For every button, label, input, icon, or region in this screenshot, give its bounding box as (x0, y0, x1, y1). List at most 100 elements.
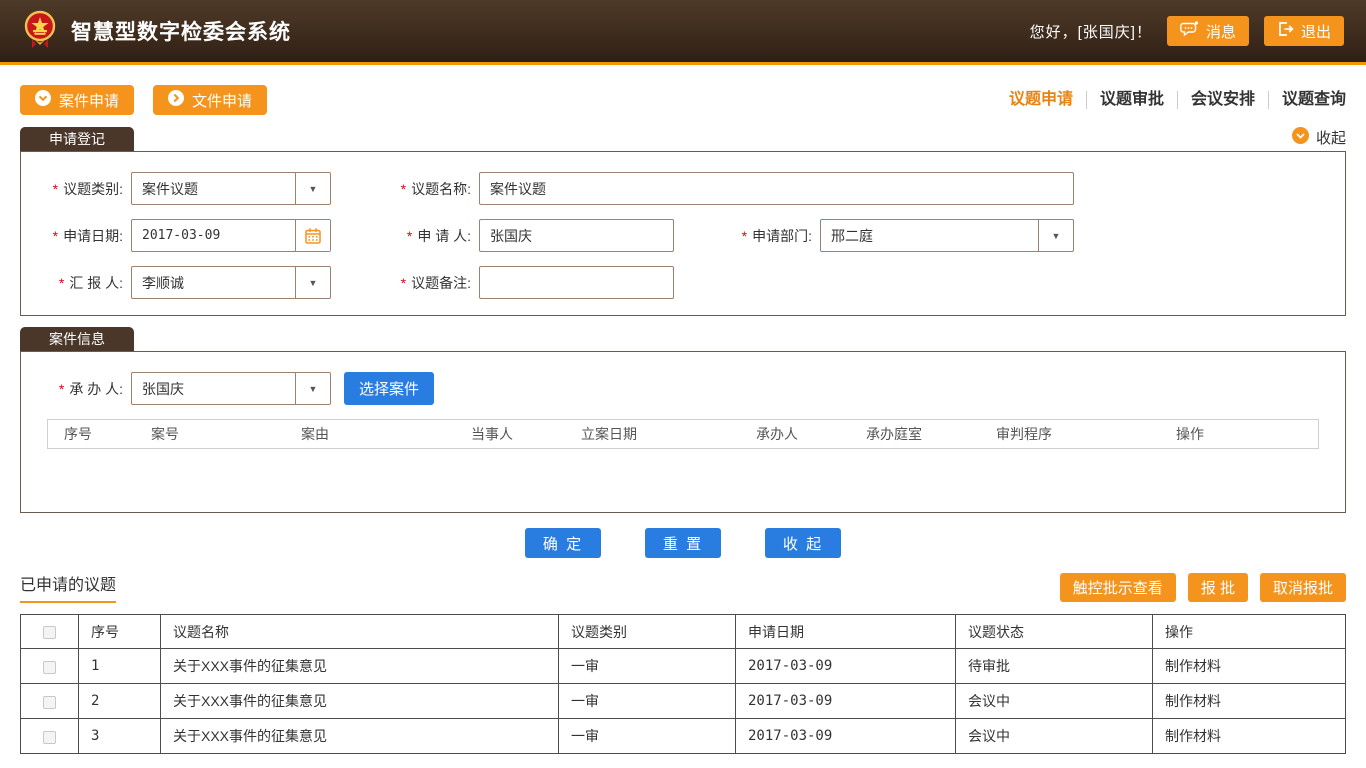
required-mark: * (59, 381, 64, 397)
form-actions: 确 定 重 置 收 起 (20, 528, 1346, 558)
reporter-value: 李顺诚 (132, 273, 295, 293)
table-row: 3 关于XXX事件的征集意见 一审 2017-03-09 会议中 制作材料 (21, 719, 1346, 754)
cell-topic-status: 会议中 (956, 719, 1153, 754)
cell-topic-type: 一审 (559, 684, 736, 719)
tab-meeting-arrange[interactable]: 会议安排 (1178, 91, 1269, 109)
topic-name-field (479, 172, 1074, 205)
user-greeting: 您好，[张国庆]！ (1030, 21, 1152, 42)
collapse-link-label: 收起 (1316, 127, 1346, 148)
topic-type-label: 议题类别: (63, 179, 123, 199)
case-table-header: 序号 案号 案由 当事人 立案日期 承办人 承办庭室 审判程序 操作 (47, 419, 1319, 449)
topic-name-input[interactable] (480, 173, 1073, 204)
national-emblem-icon (22, 10, 58, 53)
apply-date-value: 2017-03-09 (132, 228, 295, 243)
calendar-icon[interactable] (295, 220, 330, 251)
undertaker-select[interactable]: 张国庆 ▼ (131, 372, 331, 405)
cell-seq: 1 (79, 649, 161, 684)
select-all-checkbox[interactable] (43, 626, 56, 639)
case-panel-tab: 案件信息 (20, 327, 134, 351)
col-topic-type: 议题类别 (559, 615, 736, 649)
register-panel-tab: 申请登记 (20, 127, 134, 151)
toolbar: 案件申请 文件申请 议题申请 议题审批 会议安排 议题查询 (20, 85, 1346, 115)
topic-note-input[interactable] (480, 267, 673, 298)
tab-topic-apply[interactable]: 议题申请 (996, 91, 1087, 109)
row-checkbox[interactable] (43, 696, 56, 709)
applied-topics-table: 序号 议题名称 议题类别 申请日期 议题状态 操作 1 关于XXX事件的征集意见… (20, 614, 1346, 754)
reporter-select[interactable]: 李顺诚 ▼ (131, 266, 331, 299)
topic-note-field (479, 266, 674, 299)
col-party: 当事人 (471, 424, 581, 444)
topic-type-select[interactable]: 案件议题 ▼ (131, 172, 331, 205)
chevron-down-icon[interactable]: ▼ (1038, 220, 1073, 251)
cell-operation-link[interactable]: 制作材料 (1153, 649, 1346, 684)
applicant-input[interactable] (480, 220, 673, 251)
logout-button[interactable]: 退出 (1264, 16, 1344, 46)
tab-topic-approve[interactable]: 议题审批 (1087, 91, 1178, 109)
nav-tabs: 议题申请 议题审批 会议安排 议题查询 (996, 91, 1346, 109)
required-mark: * (59, 275, 64, 291)
required-mark: * (401, 181, 406, 197)
logout-icon (1277, 21, 1294, 41)
undertaker-value: 张国庆 (132, 379, 295, 399)
cell-apply-date: 2017-03-09 (736, 684, 956, 719)
table-header-row: 序号 议题名称 议题类别 申请日期 议题状态 操作 (21, 615, 1346, 649)
user-area: 您好，[张国庆]！ 消息 退出 (1030, 16, 1344, 46)
logout-button-label: 退出 (1301, 21, 1331, 42)
topic-name-label: 议题名称: (411, 179, 471, 199)
register-panel: * 议题类别: 案件议题 ▼ * 议题名称: * 申请日期: 2017-03-09 (20, 151, 1346, 316)
required-mark: * (407, 228, 412, 244)
cell-topic-name: 关于XXX事件的征集意见 (161, 719, 559, 754)
chevron-down-icon[interactable]: ▼ (295, 173, 330, 204)
row-checkbox[interactable] (43, 731, 56, 744)
select-case-button[interactable]: 选择案件 (344, 372, 434, 405)
row-checkbox[interactable] (43, 661, 56, 674)
col-seq: 序号 (79, 615, 161, 649)
cell-apply-date: 2017-03-09 (736, 719, 956, 754)
touch-view-button[interactable]: 触控批示查看 (1060, 573, 1176, 602)
reporter-label: 汇 报 人: (69, 273, 123, 293)
cancel-approval-button[interactable]: 取消报批 (1260, 573, 1346, 602)
apply-date-field: 2017-03-09 (131, 219, 331, 252)
applicant-field (479, 219, 674, 252)
col-seq: 序号 (48, 424, 151, 444)
chevron-down-icon[interactable]: ▼ (295, 373, 330, 404)
reset-button[interactable]: 重 置 (645, 528, 721, 558)
cell-apply-date: 2017-03-09 (736, 649, 956, 684)
message-button-label: 消息 (1206, 21, 1236, 42)
cell-operation-link[interactable]: 制作材料 (1153, 719, 1346, 754)
cell-seq: 3 (79, 719, 161, 754)
tab-topic-query[interactable]: 议题查询 (1269, 91, 1346, 109)
chevron-down-icon[interactable]: ▼ (295, 267, 330, 298)
applicant-label: 申 请 人: (417, 226, 471, 246)
chevron-right-circle-icon (168, 90, 184, 110)
undertaker-label: 承 办 人: (69, 379, 123, 399)
file-apply-button[interactable]: 文件申请 (153, 85, 267, 115)
cell-operation-link[interactable]: 制作材料 (1153, 684, 1346, 719)
message-button[interactable]: 消息 (1167, 16, 1249, 46)
collapse-panel-link[interactable]: 收起 (1292, 127, 1346, 148)
cell-topic-name: 关于XXX事件的征集意见 (161, 684, 559, 719)
cell-topic-name: 关于XXX事件的征集意见 (161, 649, 559, 684)
collapse-button[interactable]: 收 起 (765, 528, 841, 558)
col-topic-status: 议题状态 (956, 615, 1153, 649)
confirm-button[interactable]: 确 定 (525, 528, 601, 558)
case-apply-button[interactable]: 案件申请 (20, 85, 134, 115)
apply-dept-label: 申请部门: (752, 226, 812, 246)
required-mark: * (401, 275, 406, 291)
col-procedure: 审判程序 (996, 424, 1176, 444)
col-case-no: 案号 (151, 424, 301, 444)
col-cause: 案由 (301, 424, 471, 444)
table-row: 1 关于XXX事件的征集意见 一审 2017-03-09 待审批 制作材料 (21, 649, 1346, 684)
submit-approval-button[interactable]: 报 批 (1188, 573, 1248, 602)
table-row: 2 关于XXX事件的征集意见 一审 2017-03-09 会议中 制作材料 (21, 684, 1346, 719)
app-title: 智慧型数字检委会系统 (71, 16, 291, 46)
col-filing-date: 立案日期 (581, 424, 756, 444)
apply-dept-select[interactable]: 邢二庭 ▼ (820, 219, 1074, 252)
apply-date-label: 申请日期: (63, 226, 123, 246)
applied-section-title: 已申请的议题 (20, 571, 116, 603)
cell-topic-type: 一审 (559, 719, 736, 754)
file-apply-label: 文件申请 (192, 90, 252, 111)
required-mark: * (53, 181, 58, 197)
topic-type-value: 案件议题 (132, 179, 295, 199)
col-operation: 操作 (1153, 615, 1346, 649)
